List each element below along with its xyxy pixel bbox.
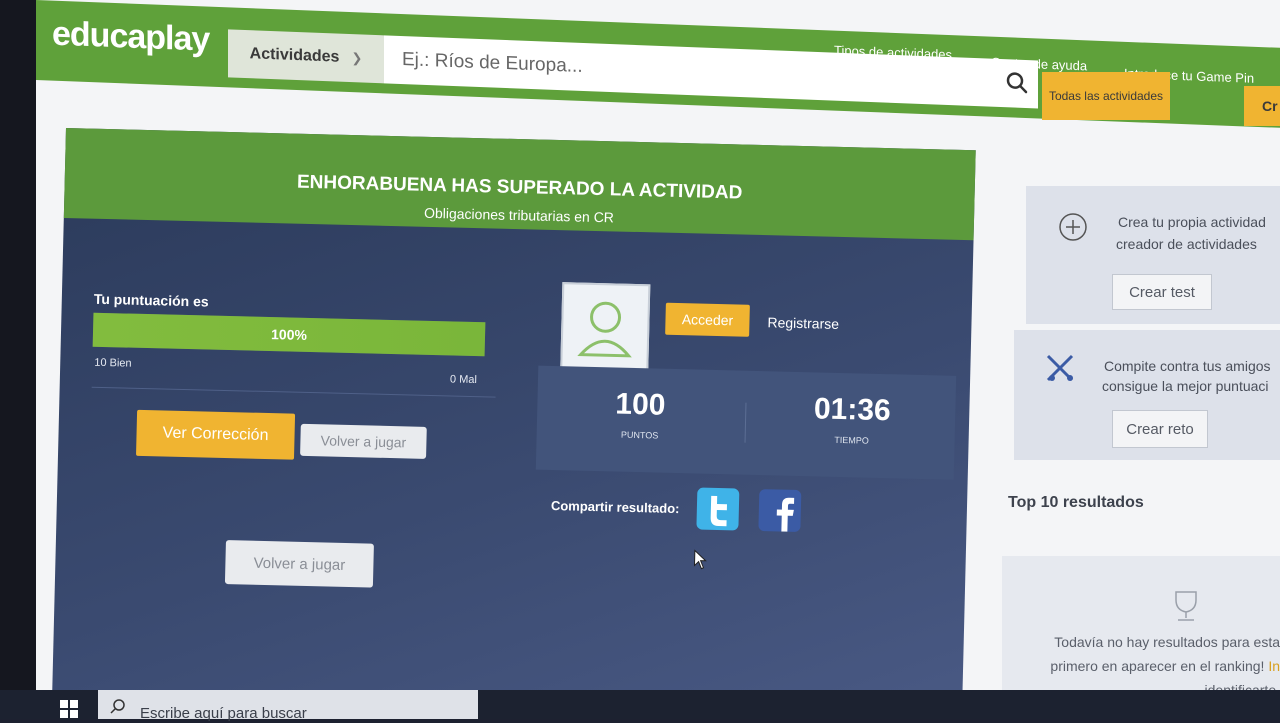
result-card: ENHORABUENA HAS SUPERADO LA ACTIVIDAD Ob… <box>51 128 976 719</box>
windows-start-icon[interactable] <box>60 700 78 723</box>
ranking-empty-line-1: Todavía no hay resultados para esta <box>1054 634 1280 650</box>
login-button[interactable]: Acceder <box>665 302 750 337</box>
mouse-cursor <box>693 549 708 574</box>
time-value: 01:36 <box>813 392 892 428</box>
avatar <box>560 282 651 373</box>
play-again-button-large[interactable]: Volver a jugar <box>224 540 374 588</box>
correct-count: 10 Bien <box>94 356 132 370</box>
swords-icon <box>1046 354 1074 382</box>
category-dropdown-label: Actividades <box>249 45 340 66</box>
ranking-empty-line-2-text: primero en aparecer en el ranking! <box>1050 658 1269 674</box>
share-label: Compartir resultado: <box>550 497 680 517</box>
taskbar-search-text: Escribe aquí para buscar <box>140 705 307 722</box>
play-again-button[interactable]: Volver a jugar <box>300 423 427 459</box>
create-test-button[interactable]: Crear test <box>1112 274 1212 310</box>
challenge-text-2: consigue la mejor puntuaci <box>1102 378 1269 394</box>
category-dropdown[interactable]: Actividades ❯ <box>228 29 384 84</box>
educaplay-logo[interactable]: educaplay <box>52 15 209 60</box>
register-link[interactable]: Registrarse <box>767 314 839 332</box>
trophy-icon <box>1175 591 1197 621</box>
create-challenge-button[interactable]: Crear reto <box>1112 410 1208 448</box>
chevron-down-icon: ❯ <box>351 50 363 66</box>
top10-title: Top 10 resultados <box>1008 494 1144 511</box>
points-value: 100 <box>614 387 666 422</box>
create-activity-text-2: creador de actividades <box>1116 236 1257 252</box>
time-label: TIEMPO <box>834 434 869 446</box>
result-header: ENHORABUENA HAS SUPERADO LA ACTIVIDAD Ob… <box>63 128 976 241</box>
challenge-box: Compite contra tus amigos consigue la me… <box>1014 330 1280 460</box>
search-icon <box>110 699 125 714</box>
all-activities-button[interactable]: Todas las actividades <box>1042 72 1170 120</box>
result-stats: 100 PUNTOS 01:36 TIEMPO <box>535 365 957 480</box>
score-label: Tu puntuación es <box>93 290 209 310</box>
score-progress-bar: 100% <box>92 312 486 357</box>
wrong-count: 0 Mal <box>449 373 478 387</box>
plus-circle-icon <box>1059 213 1087 241</box>
stats-divider <box>744 402 747 443</box>
search-icon[interactable] <box>1006 71 1028 99</box>
points-label: PUNTOS <box>620 429 659 441</box>
divider <box>91 386 496 398</box>
browser-screen: educaplay Actividades ❯ Tipos de activid… <box>36 0 1280 719</box>
twitter-icon[interactable] <box>696 487 740 531</box>
create-activity-text: Crea tu propia actividad <box>1118 214 1266 230</box>
create-activity-box: Crea tu propia actividad creador de acti… <box>1026 186 1280 324</box>
view-correction-button[interactable]: Ver Corrección <box>136 409 296 460</box>
login-link[interactable]: In <box>1268 658 1280 674</box>
ranking-empty-line-2: primero en aparecer en el ranking! In <box>1014 654 1280 678</box>
create-button[interactable]: Cr <box>1244 86 1280 126</box>
monitor-bezel <box>0 0 36 719</box>
facebook-icon[interactable] <box>758 489 802 533</box>
user-icon <box>577 301 632 358</box>
challenge-text: Compite contra tus amigos <box>1104 358 1271 374</box>
